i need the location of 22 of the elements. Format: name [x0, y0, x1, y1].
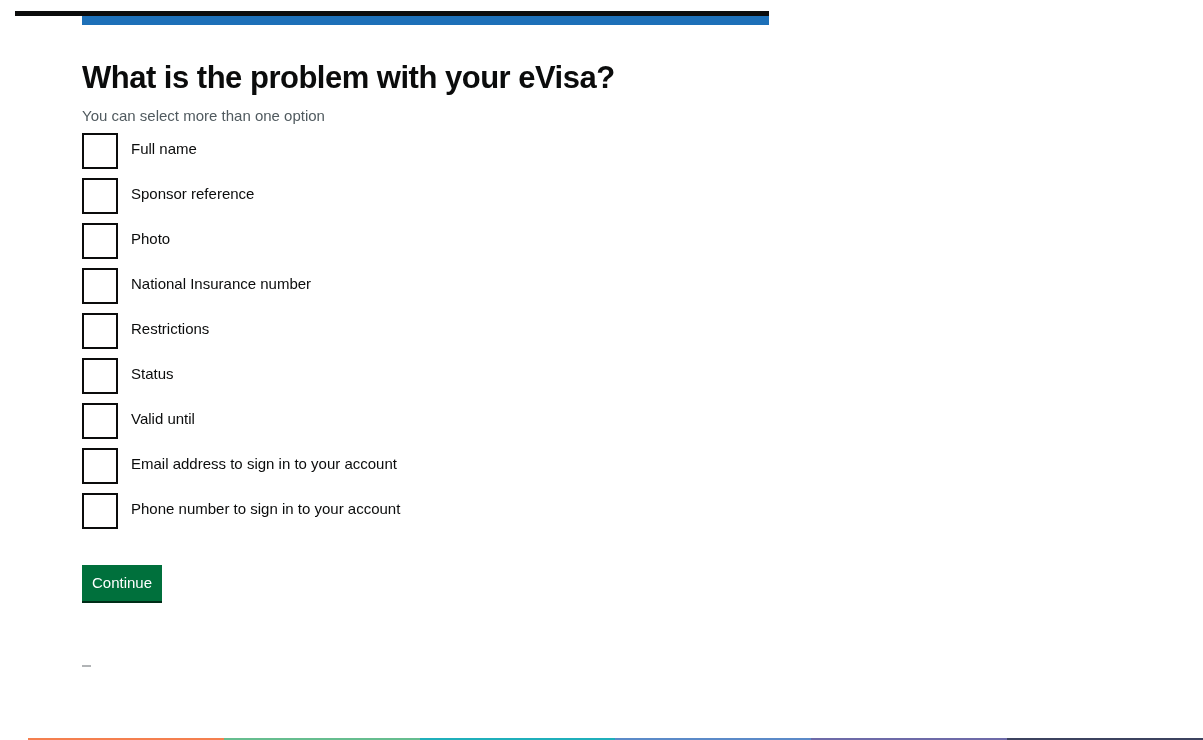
- checkbox-label[interactable]: Photo: [131, 227, 171, 251]
- checkbox-label[interactable]: National Insurance number: [131, 272, 312, 296]
- dash-mark: [82, 664, 91, 667]
- continue-button[interactable]: Continue: [82, 565, 163, 603]
- checkbox[interactable]: [82, 268, 118, 304]
- checkbox-label[interactable]: Restrictions: [131, 317, 210, 341]
- checkbox[interactable]: [82, 223, 118, 259]
- checkbox-label[interactable]: Status: [131, 362, 174, 386]
- checkbox[interactable]: [82, 403, 118, 439]
- checkbox[interactable]: [82, 133, 118, 169]
- hint-text: You can select more than one option: [82, 107, 326, 125]
- checkbox-label[interactable]: Email address to sign in to your account: [131, 452, 397, 476]
- checkbox-label[interactable]: Valid until: [131, 407, 195, 431]
- checkbox[interactable]: [82, 448, 118, 484]
- checkbox[interactable]: [82, 178, 118, 214]
- checkbox[interactable]: [82, 358, 118, 394]
- checkbox-label[interactable]: Phone number to sign in to your account: [131, 497, 401, 521]
- checkbox[interactable]: [82, 313, 118, 349]
- page-heading: What is the problem with your eVisa?: [82, 59, 616, 97]
- checkbox-label[interactable]: Sponsor reference: [131, 182, 255, 206]
- checkbox-label[interactable]: Full name: [131, 137, 197, 161]
- checkbox[interactable]: [82, 493, 118, 529]
